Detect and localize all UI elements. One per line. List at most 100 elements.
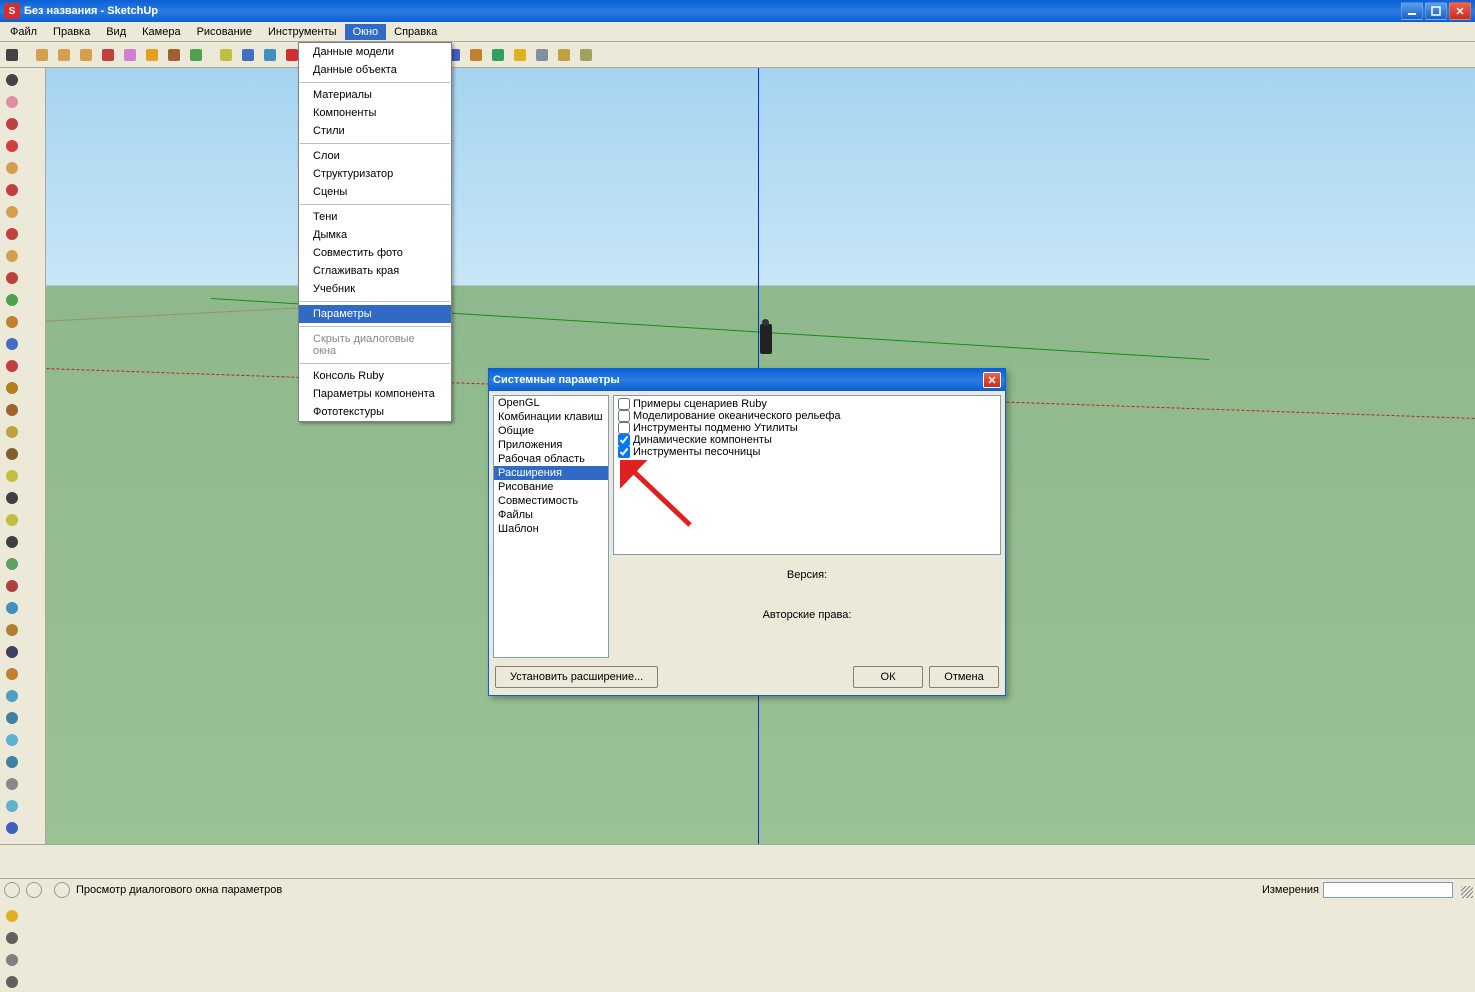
cancel-button[interactable]: Отмена: [929, 666, 999, 688]
category-item[interactable]: Приложения: [494, 438, 608, 452]
layers-icon[interactable]: [532, 45, 552, 65]
menu-файл[interactable]: Файл: [2, 24, 45, 40]
extension-item[interactable]: Инструменты подменю Утилиты: [616, 422, 998, 434]
menu-item[interactable]: Материалы: [299, 86, 451, 104]
pencil-tool-icon[interactable]: [2, 114, 22, 134]
close-button[interactable]: [1449, 2, 1471, 20]
zoom-tool-icon[interactable]: [2, 796, 22, 816]
menu-item[interactable]: Компоненты: [299, 104, 451, 122]
move-icon[interactable]: [142, 45, 162, 65]
menu-окно[interactable]: Окно: [345, 24, 387, 40]
category-item[interactable]: Рисование: [494, 480, 608, 494]
globe-icon[interactable]: [488, 45, 508, 65]
rect-tool-icon[interactable]: [2, 158, 22, 178]
extension-item[interactable]: Моделирование океанического рельефа: [616, 410, 998, 422]
circ2-tool-icon[interactable]: [2, 224, 22, 244]
menu-правка[interactable]: Правка: [45, 24, 98, 40]
status-icon-2[interactable]: [26, 882, 42, 898]
resize-grip[interactable]: [1461, 886, 1473, 898]
circle-icon[interactable]: [76, 45, 96, 65]
xray-tool-icon[interactable]: [2, 950, 22, 970]
extension-list[interactable]: Примеры сценариев RubyМоделирование океа…: [613, 395, 1001, 555]
extension-item[interactable]: Примеры сценариев Ruby: [616, 398, 998, 410]
select-tool-icon[interactable]: [2, 70, 22, 90]
extension-checkbox[interactable]: [618, 410, 630, 422]
pan-tool-icon[interactable]: [2, 752, 22, 772]
move-tool-icon[interactable]: [2, 334, 22, 354]
sun-tool-icon[interactable]: [2, 906, 22, 926]
move2-tool-icon[interactable]: [2, 356, 22, 376]
menu-item[interactable]: Тени: [299, 208, 451, 226]
menu-item[interactable]: Учебник: [299, 280, 451, 298]
extension-checkbox[interactable]: [618, 434, 630, 446]
pencil-icon[interactable]: [32, 45, 52, 65]
dims-tool-icon[interactable]: [2, 510, 22, 530]
offset-tool-icon[interactable]: [2, 422, 22, 442]
paint-tool-icon[interactable]: [2, 598, 22, 618]
text-tool-icon[interactable]: [2, 488, 22, 508]
menu-item[interactable]: Данные объекта: [299, 61, 451, 79]
category-list[interactable]: OpenGLКомбинации клавишОбщиеПриложения Ра…: [493, 395, 609, 658]
person-icon[interactable]: [466, 45, 486, 65]
maximize-button[interactable]: [1425, 2, 1447, 20]
walk-tool-icon[interactable]: [2, 708, 22, 728]
axes-tool-icon[interactable]: [2, 576, 22, 596]
shadow-tool-icon[interactable]: [2, 928, 22, 948]
rotate-tool-icon[interactable]: [2, 378, 22, 398]
menu-рисование[interactable]: Рисование: [189, 24, 260, 40]
section2-tool-icon[interactable]: [2, 664, 22, 684]
arc-icon[interactable]: [98, 45, 118, 65]
push-tool-icon[interactable]: [2, 290, 22, 310]
dims-icon[interactable]: [554, 45, 574, 65]
dims2-tool-icon[interactable]: [2, 532, 22, 552]
category-item[interactable]: Комбинации клавиш: [494, 410, 608, 424]
rect2-tool-icon[interactable]: [2, 180, 22, 200]
paint2-tool-icon[interactable]: [2, 620, 22, 640]
extension-checkbox[interactable]: [618, 446, 630, 458]
circle-tool-icon[interactable]: [2, 202, 22, 222]
curve-tool-icon[interactable]: [2, 444, 22, 464]
rotate-icon[interactable]: [164, 45, 184, 65]
dialog-titlebar[interactable]: Системные параметры: [489, 369, 1005, 391]
extension-item[interactable]: Инструменты песочницы: [616, 446, 998, 458]
extension-item[interactable]: Динамические компоненты: [616, 434, 998, 446]
menu-инструменты[interactable]: Инструменты: [260, 24, 345, 40]
eraser-tool-icon[interactable]: [2, 92, 22, 112]
menu-item[interactable]: Фототекстуры: [299, 403, 451, 421]
menu-item[interactable]: Параметры компонента: [299, 385, 451, 403]
wire-tool-icon[interactable]: [2, 972, 22, 992]
status-icon-1[interactable]: [4, 882, 20, 898]
minimize-button[interactable]: [1401, 2, 1423, 20]
menu-item[interactable]: Данные модели: [299, 43, 451, 61]
sun-icon[interactable]: [510, 45, 530, 65]
category-item[interactable]: Файлы: [494, 508, 608, 522]
extension-checkbox[interactable]: [618, 398, 630, 410]
menu-камера[interactable]: Камера: [134, 24, 188, 40]
category-item[interactable]: Расширения: [494, 466, 608, 480]
menu-справка[interactable]: Справка: [386, 24, 445, 40]
ok-button[interactable]: ОК: [853, 666, 923, 688]
menu-item[interactable]: Совместить фото: [299, 244, 451, 262]
category-item[interactable]: Совместимость: [494, 494, 608, 508]
category-item[interactable]: OpenGL: [494, 396, 608, 410]
scale-tool-icon[interactable]: [2, 400, 22, 420]
paint-icon[interactable]: [260, 45, 280, 65]
status-help-icon[interactable]: [54, 882, 70, 898]
rect-icon[interactable]: [54, 45, 74, 65]
text-icon[interactable]: [238, 45, 258, 65]
category-item[interactable]: Шаблон: [494, 522, 608, 536]
menu-item[interactable]: Структуризатор: [299, 165, 451, 183]
select-icon[interactable]: [2, 45, 22, 65]
orbit-tool-icon[interactable]: [2, 730, 22, 750]
menu-item[interactable]: Консоль Ruby: [299, 367, 451, 385]
tape-icon[interactable]: [216, 45, 236, 65]
line-tool-icon[interactable]: [2, 136, 22, 156]
scale-icon[interactable]: [186, 45, 206, 65]
protractor-tool-icon[interactable]: [2, 554, 22, 574]
arc-tool-icon[interactable]: [2, 268, 22, 288]
extension-checkbox[interactable]: [618, 422, 630, 434]
menu-item[interactable]: Дымка: [299, 226, 451, 244]
menu-item[interactable]: Слои: [299, 147, 451, 165]
category-item[interactable]: Общие: [494, 424, 608, 438]
lookaround-tool-icon[interactable]: [2, 774, 22, 794]
